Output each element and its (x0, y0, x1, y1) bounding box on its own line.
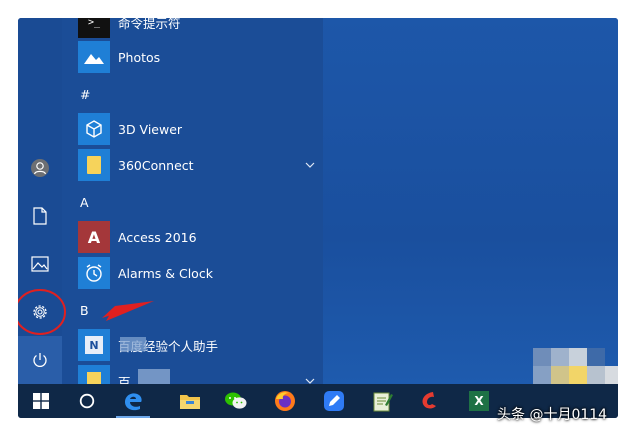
edge-icon (125, 393, 142, 411)
highlight-ellipse (18, 289, 66, 335)
cortana-button[interactable] (64, 384, 110, 418)
taskbar-excel[interactable]: X (456, 384, 502, 418)
desktop-screen: >_ 命令提示符 Photos # 3D Viewer 360Connect A… (18, 18, 618, 418)
feishu-icon (324, 391, 344, 411)
taskbar-firefox[interactable] (262, 384, 308, 418)
file-explorer-icon (180, 395, 200, 409)
cortana-circle-icon (79, 393, 95, 409)
taskbar-notepad[interactable] (359, 384, 405, 418)
start-button[interactable] (18, 384, 64, 418)
taskbar-explorer[interactable] (167, 384, 213, 418)
red-app-icon (422, 392, 436, 409)
taskbar-red-app[interactable] (407, 384, 453, 418)
notepad-icon (373, 392, 393, 412)
excel-tile-letter: X (474, 394, 484, 408)
annotation-overlay (18, 289, 154, 335)
wechat-icon (225, 392, 247, 409)
taskbar-feishu[interactable] (311, 384, 357, 418)
taskbar-wechat[interactable] (213, 384, 259, 418)
firefox-icon (275, 391, 295, 411)
excel-icon: X (469, 391, 489, 411)
taskbar-edge[interactable] (110, 384, 156, 418)
windows-start-icon (33, 393, 49, 409)
watermark-text: 头条 @十月0114 (497, 407, 608, 423)
